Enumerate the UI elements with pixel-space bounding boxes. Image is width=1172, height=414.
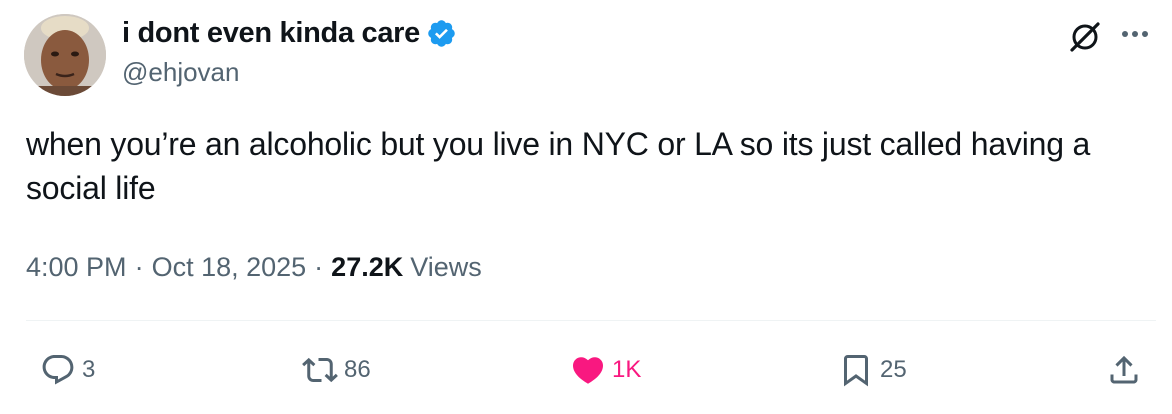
share-icon: [1110, 355, 1138, 384]
reply-count: 3: [82, 356, 96, 383]
avatar[interactable]: [24, 14, 106, 96]
display-name[interactable]: i dont even kinda care: [122, 17, 420, 50]
bookmark-icon: [844, 355, 868, 387]
divider: [26, 320, 1156, 321]
handle[interactable]: @ehjovan: [122, 57, 239, 88]
tweet-text: when you’re an alcoholic but you live in…: [26, 126, 1091, 206]
views-label: Views: [410, 252, 482, 282]
tweet-card: i dont even kinda care @ehjovan when you…: [0, 0, 1172, 414]
repost-button[interactable]: 86: [302, 350, 371, 390]
repost-count: 86: [344, 356, 371, 383]
repost-icon: [302, 357, 338, 383]
grok-icon[interactable]: [1068, 20, 1102, 54]
more-options-icon[interactable]: [1118, 22, 1152, 46]
bookmark-button[interactable]: 25: [838, 350, 907, 390]
tweet-date[interactable]: Oct 18, 2025: [152, 252, 307, 283]
tweet-time[interactable]: 4:00 PM: [26, 252, 127, 283]
verified-badge-icon: [426, 18, 457, 49]
name-row: i dont even kinda care: [122, 16, 457, 50]
bookmark-count: 25: [880, 356, 907, 383]
heart-icon: [572, 357, 604, 384]
like-count: 1K: [612, 356, 642, 383]
share-button[interactable]: [1106, 350, 1142, 390]
reply-icon: [42, 355, 74, 385]
views-count: 27.2K: [331, 252, 404, 282]
reply-button[interactable]: 3: [40, 350, 95, 390]
like-button[interactable]: 1K: [570, 350, 641, 390]
avatar-image: [24, 14, 106, 96]
meta-separator: ·: [314, 252, 324, 282]
meta-separator: ·: [134, 252, 144, 282]
tweet-meta: 4:00 PM · Oct 18, 2025 · 27.2K Views: [26, 252, 482, 283]
